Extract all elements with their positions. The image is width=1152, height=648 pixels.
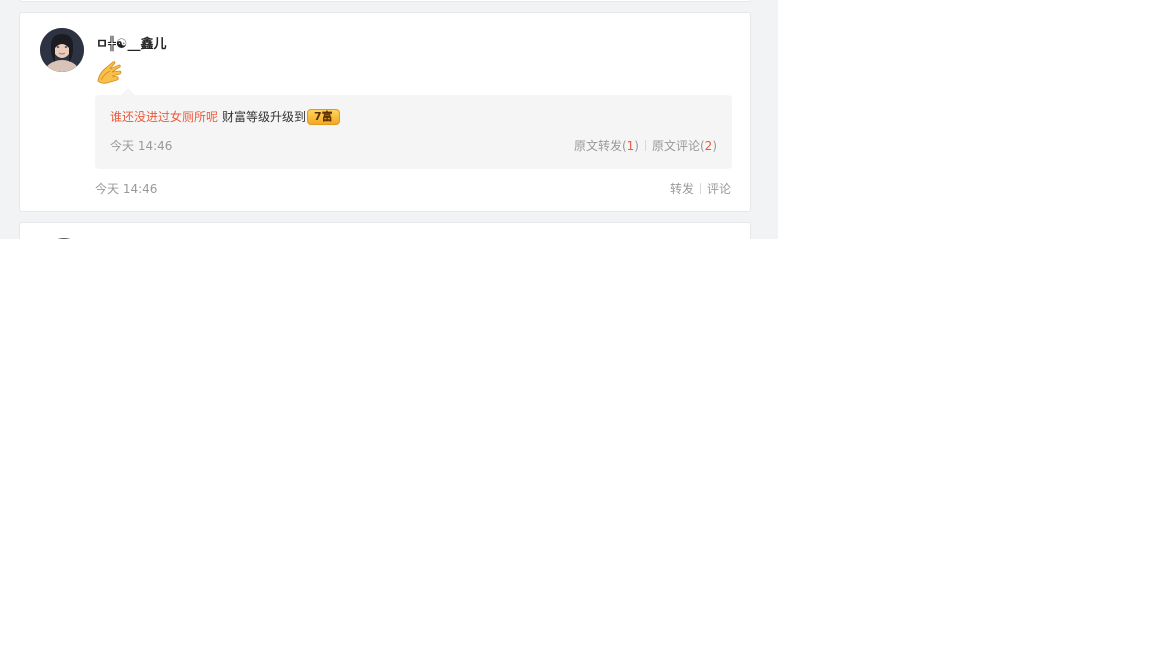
username[interactable]: ㅁ╬☯__鑫儿	[96, 33, 166, 52]
original-comment-link[interactable]: 原文评论(2)	[652, 137, 717, 154]
quote-pointer	[121, 88, 135, 95]
quoted-post: 谁还没进过女厕所呢 财富等级升级到 7富 今天 14:46 原文转发(1) 原文…	[95, 88, 732, 169]
post-actions: 转发 评论	[670, 180, 731, 197]
original-comment-label: 原文评论(	[651, 139, 705, 153]
comment-button[interactable]: 评论	[707, 180, 731, 197]
wealth-level-badge: 7富	[307, 108, 340, 125]
feed-container: ㅁ╬☯__鑫儿 谁还没进过女厕所呢 财富等级升级到 7富 今天 14:46 原文…	[0, 0, 778, 239]
quoted-content: 财富等级升级到	[222, 110, 307, 124]
quoted-post-time: 今天 14:46	[110, 139, 173, 153]
next-user-avatar[interactable]	[42, 238, 86, 239]
previous-post-card	[19, 0, 751, 2]
original-repost-label: 原文转发(	[573, 139, 627, 153]
close-paren: )	[712, 139, 717, 153]
quoted-author-link[interactable]: 谁还没进过女厕所呢	[110, 108, 218, 125]
quoted-post-actions: 原文转发(1) 原文评论(2)	[574, 137, 717, 154]
post-time: 今天 14:46	[95, 182, 158, 196]
original-repost-link[interactable]: 原文转发(1)	[574, 137, 639, 154]
user-avatar[interactable]	[40, 28, 84, 72]
divider	[644, 140, 646, 151]
repost-button[interactable]: 转发	[670, 180, 694, 197]
quoted-post-text: 谁还没进过女厕所呢 财富等级升级到 7富	[110, 108, 340, 125]
post-card: ㅁ╬☯__鑫儿 谁还没进过女厕所呢 财富等级升级到 7富 今天 14:46 原文…	[19, 12, 751, 212]
next-post-card	[19, 222, 751, 239]
divider	[699, 183, 701, 194]
avatar-image	[40, 28, 84, 72]
close-paren: )	[634, 139, 639, 153]
clapping-hands-icon	[95, 59, 123, 87]
